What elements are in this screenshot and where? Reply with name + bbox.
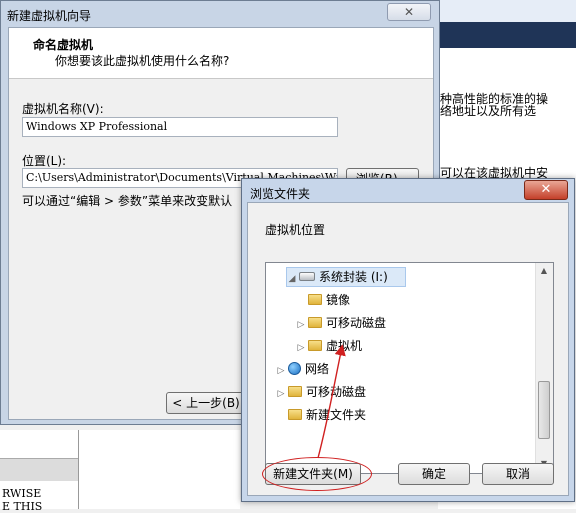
tree-item-label: 可移动磁盘 bbox=[306, 385, 367, 399]
wizard-title: 新建虚拟机向导 bbox=[7, 9, 92, 23]
divider bbox=[78, 430, 79, 509]
background-text: 络地址以及所有选 bbox=[440, 104, 537, 118]
background-strip bbox=[0, 458, 78, 481]
page-subtitle: 你想要该此虚拟机使用什么名称? bbox=[55, 54, 230, 68]
expand-arrow-icon[interactable]: ▷ bbox=[276, 361, 286, 381]
location-label: 位置(L): bbox=[22, 154, 67, 168]
background-text: RWISE bbox=[2, 487, 42, 500]
annotation-ellipse bbox=[262, 457, 372, 491]
expand-arrow-icon[interactable]: ▷ bbox=[296, 315, 306, 335]
folder-icon bbox=[288, 409, 302, 420]
network-icon bbox=[288, 362, 301, 375]
background-document: RWISE E THIS bbox=[0, 430, 240, 513]
tree-item-removable-disk[interactable]: ▷ 可移动磁盘 bbox=[296, 313, 386, 333]
vm-name-input[interactable]: Windows XP Professional bbox=[22, 117, 338, 137]
tree-item-virtual-machines[interactable]: ▷ 虚拟机 bbox=[296, 336, 362, 356]
tree-item-new-folder[interactable]: 新建文件夹 bbox=[276, 405, 366, 425]
expand-arrow-icon[interactable]: ▷ bbox=[296, 338, 306, 358]
tree-item-network[interactable]: ▷ 网络 bbox=[276, 359, 329, 379]
dialog-body: 虚拟机位置 ◢ 系统封装 (I:) 镜像 ▷ 可移动磁盘 ▷ 虚拟机 ▷ 网络 ▷ 可移动… bbox=[247, 202, 569, 496]
folder-icon bbox=[308, 294, 322, 305]
tree-item-label: 虚拟机 bbox=[326, 339, 363, 353]
background-titlebar bbox=[438, 0, 576, 23]
tree-scrollbar[interactable]: ▲ ▼ bbox=[535, 263, 553, 473]
wizard-header: 命名虚拟机 你想要该此虚拟机使用什么名称? bbox=[9, 28, 433, 79]
dialog-close-button[interactable]: ✕ bbox=[524, 180, 568, 200]
folder-tree[interactable]: ◢ 系统封装 (I:) 镜像 ▷ 可移动磁盘 ▷ 虚拟机 ▷ 网络 ▷ 可移动磁盘 新建文… bbox=[265, 262, 554, 474]
tree-item-drive[interactable]: ◢ 系统封装 (I:) bbox=[286, 267, 406, 287]
tree-item-label: 新建文件夹 bbox=[306, 408, 367, 422]
dialog-label: 虚拟机位置 bbox=[265, 223, 326, 237]
tree-item-removable-disk-2[interactable]: ▷ 可移动磁盘 bbox=[276, 382, 366, 402]
background-text: E THIS bbox=[2, 500, 43, 513]
drive-icon bbox=[299, 272, 315, 281]
folder-icon bbox=[288, 386, 302, 397]
page-title: 命名虚拟机 bbox=[33, 38, 94, 52]
dialog-title: 浏览文件夹 bbox=[250, 187, 311, 201]
vm-name-label: 虚拟机名称(V): bbox=[22, 102, 104, 116]
hint-text: 可以通过“编辑 > 参数”菜单来改变默认 bbox=[22, 194, 233, 208]
wizard-titlebar[interactable]: 新建虚拟机向导 ✕ bbox=[1, 1, 439, 25]
folder-icon bbox=[308, 317, 322, 328]
collapse-arrow-icon[interactable]: ◢ bbox=[287, 270, 297, 288]
tree-item-label: 网络 bbox=[305, 362, 330, 376]
close-icon: ✕ bbox=[540, 182, 552, 197]
expand-arrow-icon[interactable]: ▷ bbox=[276, 384, 286, 404]
tree-item-label: 系统封装 (I:) bbox=[319, 270, 388, 284]
back-button[interactable]: < 上一步(B) bbox=[166, 392, 246, 414]
background-header-band bbox=[438, 22, 576, 48]
browse-folder-dialog: 浏览文件夹 ✕ 虚拟机位置 ◢ 系统封装 (I:) 镜像 ▷ 可移动磁盘 ▷ 虚拟机 … bbox=[241, 178, 575, 502]
cancel-button[interactable]: 取消 bbox=[482, 463, 554, 485]
tree-item-images[interactable]: 镜像 bbox=[296, 290, 350, 310]
close-icon: ✕ bbox=[403, 5, 415, 19]
tree-item-label: 可移动磁盘 bbox=[326, 316, 387, 330]
ok-button[interactable]: 确定 bbox=[398, 463, 470, 485]
tree-item-label: 镜像 bbox=[326, 293, 351, 307]
scroll-up-icon[interactable]: ▲ bbox=[539, 266, 549, 275]
wizard-close-button[interactable]: ✕ bbox=[387, 3, 431, 21]
scrollbar-thumb[interactable] bbox=[538, 381, 550, 439]
folder-icon bbox=[308, 340, 322, 351]
